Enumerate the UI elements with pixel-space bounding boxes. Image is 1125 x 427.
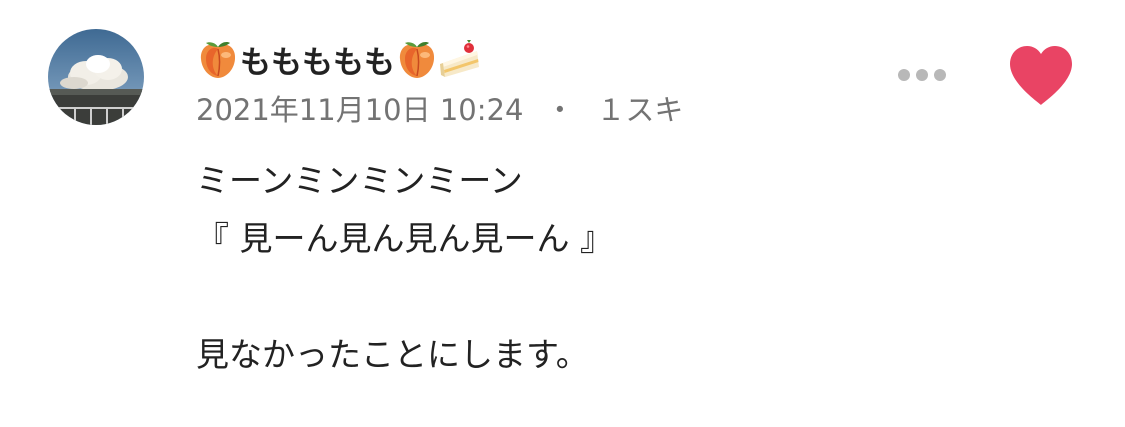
author-name[interactable]: ももももも [240, 37, 395, 82]
peach-icon [196, 37, 240, 81]
shortcake-icon [439, 37, 483, 81]
like-count[interactable]: １スキ [596, 93, 683, 127]
avatar[interactable] [48, 29, 144, 125]
comment-header: ももももも 2021年11月10日 10:24 ・ １スキ [196, 34, 856, 130]
comment-line [196, 268, 1076, 326]
comment-line: 見なかったことにします。 [196, 335, 589, 374]
peach-icon [395, 37, 439, 81]
comment-meta: 2021年11月10日 10:24 ・ １スキ [196, 90, 856, 130]
comment-line: 『 見ーん見ん見ん見ーん 』 [196, 219, 613, 258]
comment-line: ミーンミンミンミーン [196, 161, 523, 200]
author-row[interactable]: ももももも [196, 34, 856, 84]
comment-body: ミーンミンミンミーン 『 見ーん見ん見ん見ーん 』 見なかったことにします。 [196, 152, 1076, 384]
meta-separator: ・ [545, 93, 575, 127]
heart-icon[interactable] [1008, 45, 1074, 107]
timestamp: 2021年11月10日 10:24 [196, 93, 524, 127]
more-horizontal-icon[interactable] [895, 62, 949, 88]
